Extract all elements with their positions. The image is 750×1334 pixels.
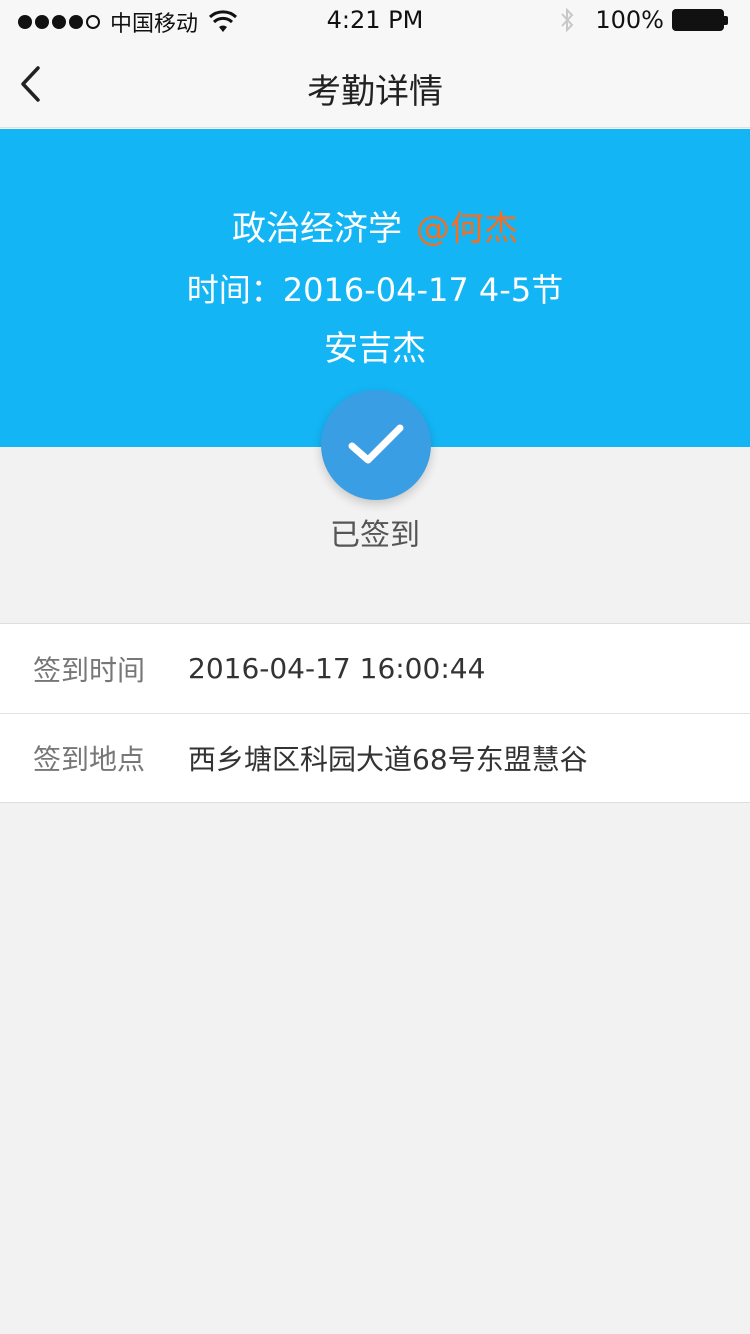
status-bar: 中国移动 4:21 PM 100%	[0, 0, 750, 40]
bluetooth-icon	[561, 7, 574, 33]
course-name: 政治经济学	[232, 209, 402, 249]
detail-label: 签到地点	[33, 743, 146, 776]
class-time: 时间：2016-04-17 4-5节	[186, 271, 564, 309]
check-status-label: 已签到	[330, 518, 420, 553]
detail-value: 2016-04-17 16:00:44	[188, 652, 486, 685]
detail-row-location: 签到地点 西乡塘区科园大道68号东盟慧谷	[0, 713, 750, 802]
detail-label: 签到时间	[33, 653, 146, 687]
navigation-bar: 考勤详情	[0, 40, 750, 128]
status-right: 100%	[559, 6, 730, 34]
detail-value: 西乡塘区科园大道68号东盟慧谷	[188, 743, 588, 776]
checkmark-icon	[348, 424, 404, 464]
checked-in-badge	[321, 390, 431, 500]
course-line: 政治经济学 @何杰	[0, 201, 750, 250]
teacher-name: @何杰	[416, 209, 518, 249]
detail-row-time: 签到时间 2016-04-17 16:00:44	[0, 624, 750, 713]
check-in-details: 签到时间 2016-04-17 16:00:44 签到地点 西乡塘区科园大道68…	[0, 623, 750, 803]
battery-icon	[672, 8, 730, 32]
student-name: 安吉杰	[324, 329, 426, 369]
battery-percent: 100%	[595, 6, 664, 34]
page-title: 考勤详情	[307, 72, 443, 112]
